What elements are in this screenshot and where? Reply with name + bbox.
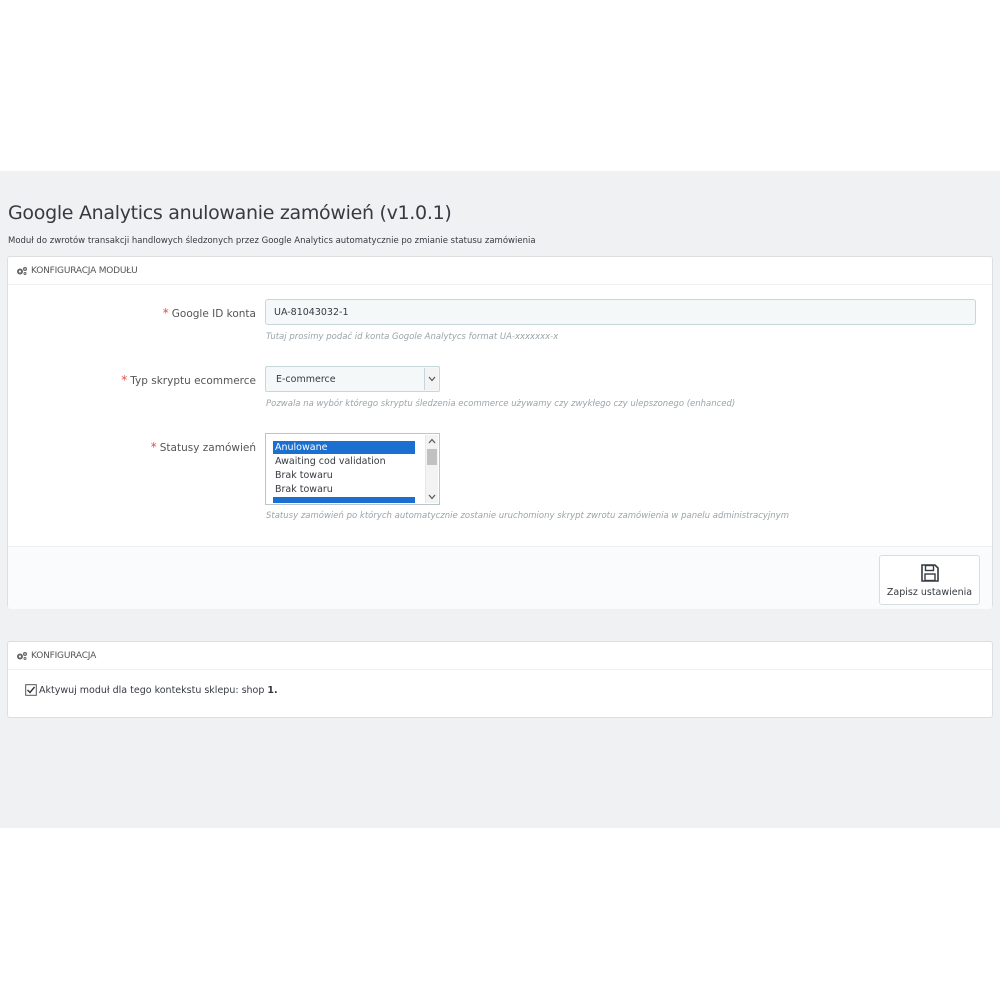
- google-id-row: * Google ID konta UA-81043032-1 Tutaj pro…: [8, 299, 992, 359]
- module-config-title: KONFIGURACJA MODUŁU: [31, 265, 138, 276]
- order-statuses-listbox[interactable]: Anulowane Awaiting cod validation Brak t…: [265, 433, 440, 505]
- chevron-down-icon[interactable]: [428, 494, 436, 500]
- module-config-panel: KONFIGURACJA MODUŁU * Google ID konta UA-…: [7, 256, 993, 609]
- status-option[interactable]: Brak towaru: [273, 483, 415, 496]
- context-config-panel: KONFIGURACJA Aktywuj moduł dla tego kont…: [7, 641, 993, 718]
- required-mark: *: [121, 373, 128, 387]
- status-option[interactable]: Awaiting cod validation: [273, 455, 415, 468]
- save-button-label: Zapisz ustawienia: [886, 586, 973, 598]
- checkbox-checked-icon[interactable]: [25, 684, 37, 696]
- activate-module-row[interactable]: Aktywuj moduł dla tego kontekstu sklepu:…: [25, 684, 278, 696]
- google-id-label: * Google ID konta: [162, 306, 256, 320]
- cogs-icon: [17, 266, 27, 275]
- save-button[interactable]: Zapisz ustawienia: [879, 555, 980, 605]
- order-statuses-label: * Statusy zamówień: [150, 440, 256, 454]
- required-mark: *: [162, 306, 169, 320]
- floppy-disk-icon: [920, 563, 939, 582]
- chevron-down-icon[interactable]: [424, 368, 438, 390]
- script-type-label: * Typ skryptu ecommerce: [121, 373, 256, 387]
- listbox-scrollbar[interactable]: [425, 435, 438, 503]
- module-config-heading: KONFIGURACJA MODUŁU: [8, 257, 992, 285]
- context-config-title: KONFIGURACJA: [31, 650, 97, 661]
- status-option[interactable]: Anulowane: [273, 441, 415, 454]
- status-option[interactable]: Brak towaru: [273, 469, 415, 482]
- shop-number: 1.: [267, 684, 278, 696]
- script-type-value: E-commerce: [276, 373, 336, 385]
- context-config-heading: KONFIGURACJA: [8, 642, 992, 670]
- script-type-select[interactable]: E-commerce: [265, 366, 440, 392]
- page-title: Google Analytics anulowanie zamówień (v1…: [8, 202, 452, 224]
- script-type-help: Pozwala na wybór którego skryptu śledzen…: [266, 399, 736, 409]
- scroll-thumb[interactable]: [427, 449, 437, 465]
- cogs-icon: [17, 651, 27, 660]
- chevron-up-icon[interactable]: [428, 438, 436, 444]
- google-id-help: Tutaj prosimy podać id konta Gogole Anal…: [266, 332, 559, 342]
- page-description: Moduł do zwrotów transakcji handlowych ś…: [8, 236, 536, 246]
- status-option-partial[interactable]: [273, 497, 415, 503]
- script-type-row: * Typ skryptu ecommerce E-commerce Pozwal…: [8, 366, 992, 426]
- panel-footer: Zapisz ustawienia: [8, 546, 992, 609]
- required-mark: *: [150, 440, 157, 454]
- order-statuses-row: * Statusy zamówień Anulowane Awaiting cod…: [8, 433, 992, 533]
- order-statuses-help: Statusy zamówień po których automatyczni…: [266, 511, 789, 521]
- activate-module-label: Aktywuj moduł dla tego kontekstu sklepu:…: [39, 684, 265, 696]
- google-id-input[interactable]: UA-81043032-1: [265, 299, 976, 325]
